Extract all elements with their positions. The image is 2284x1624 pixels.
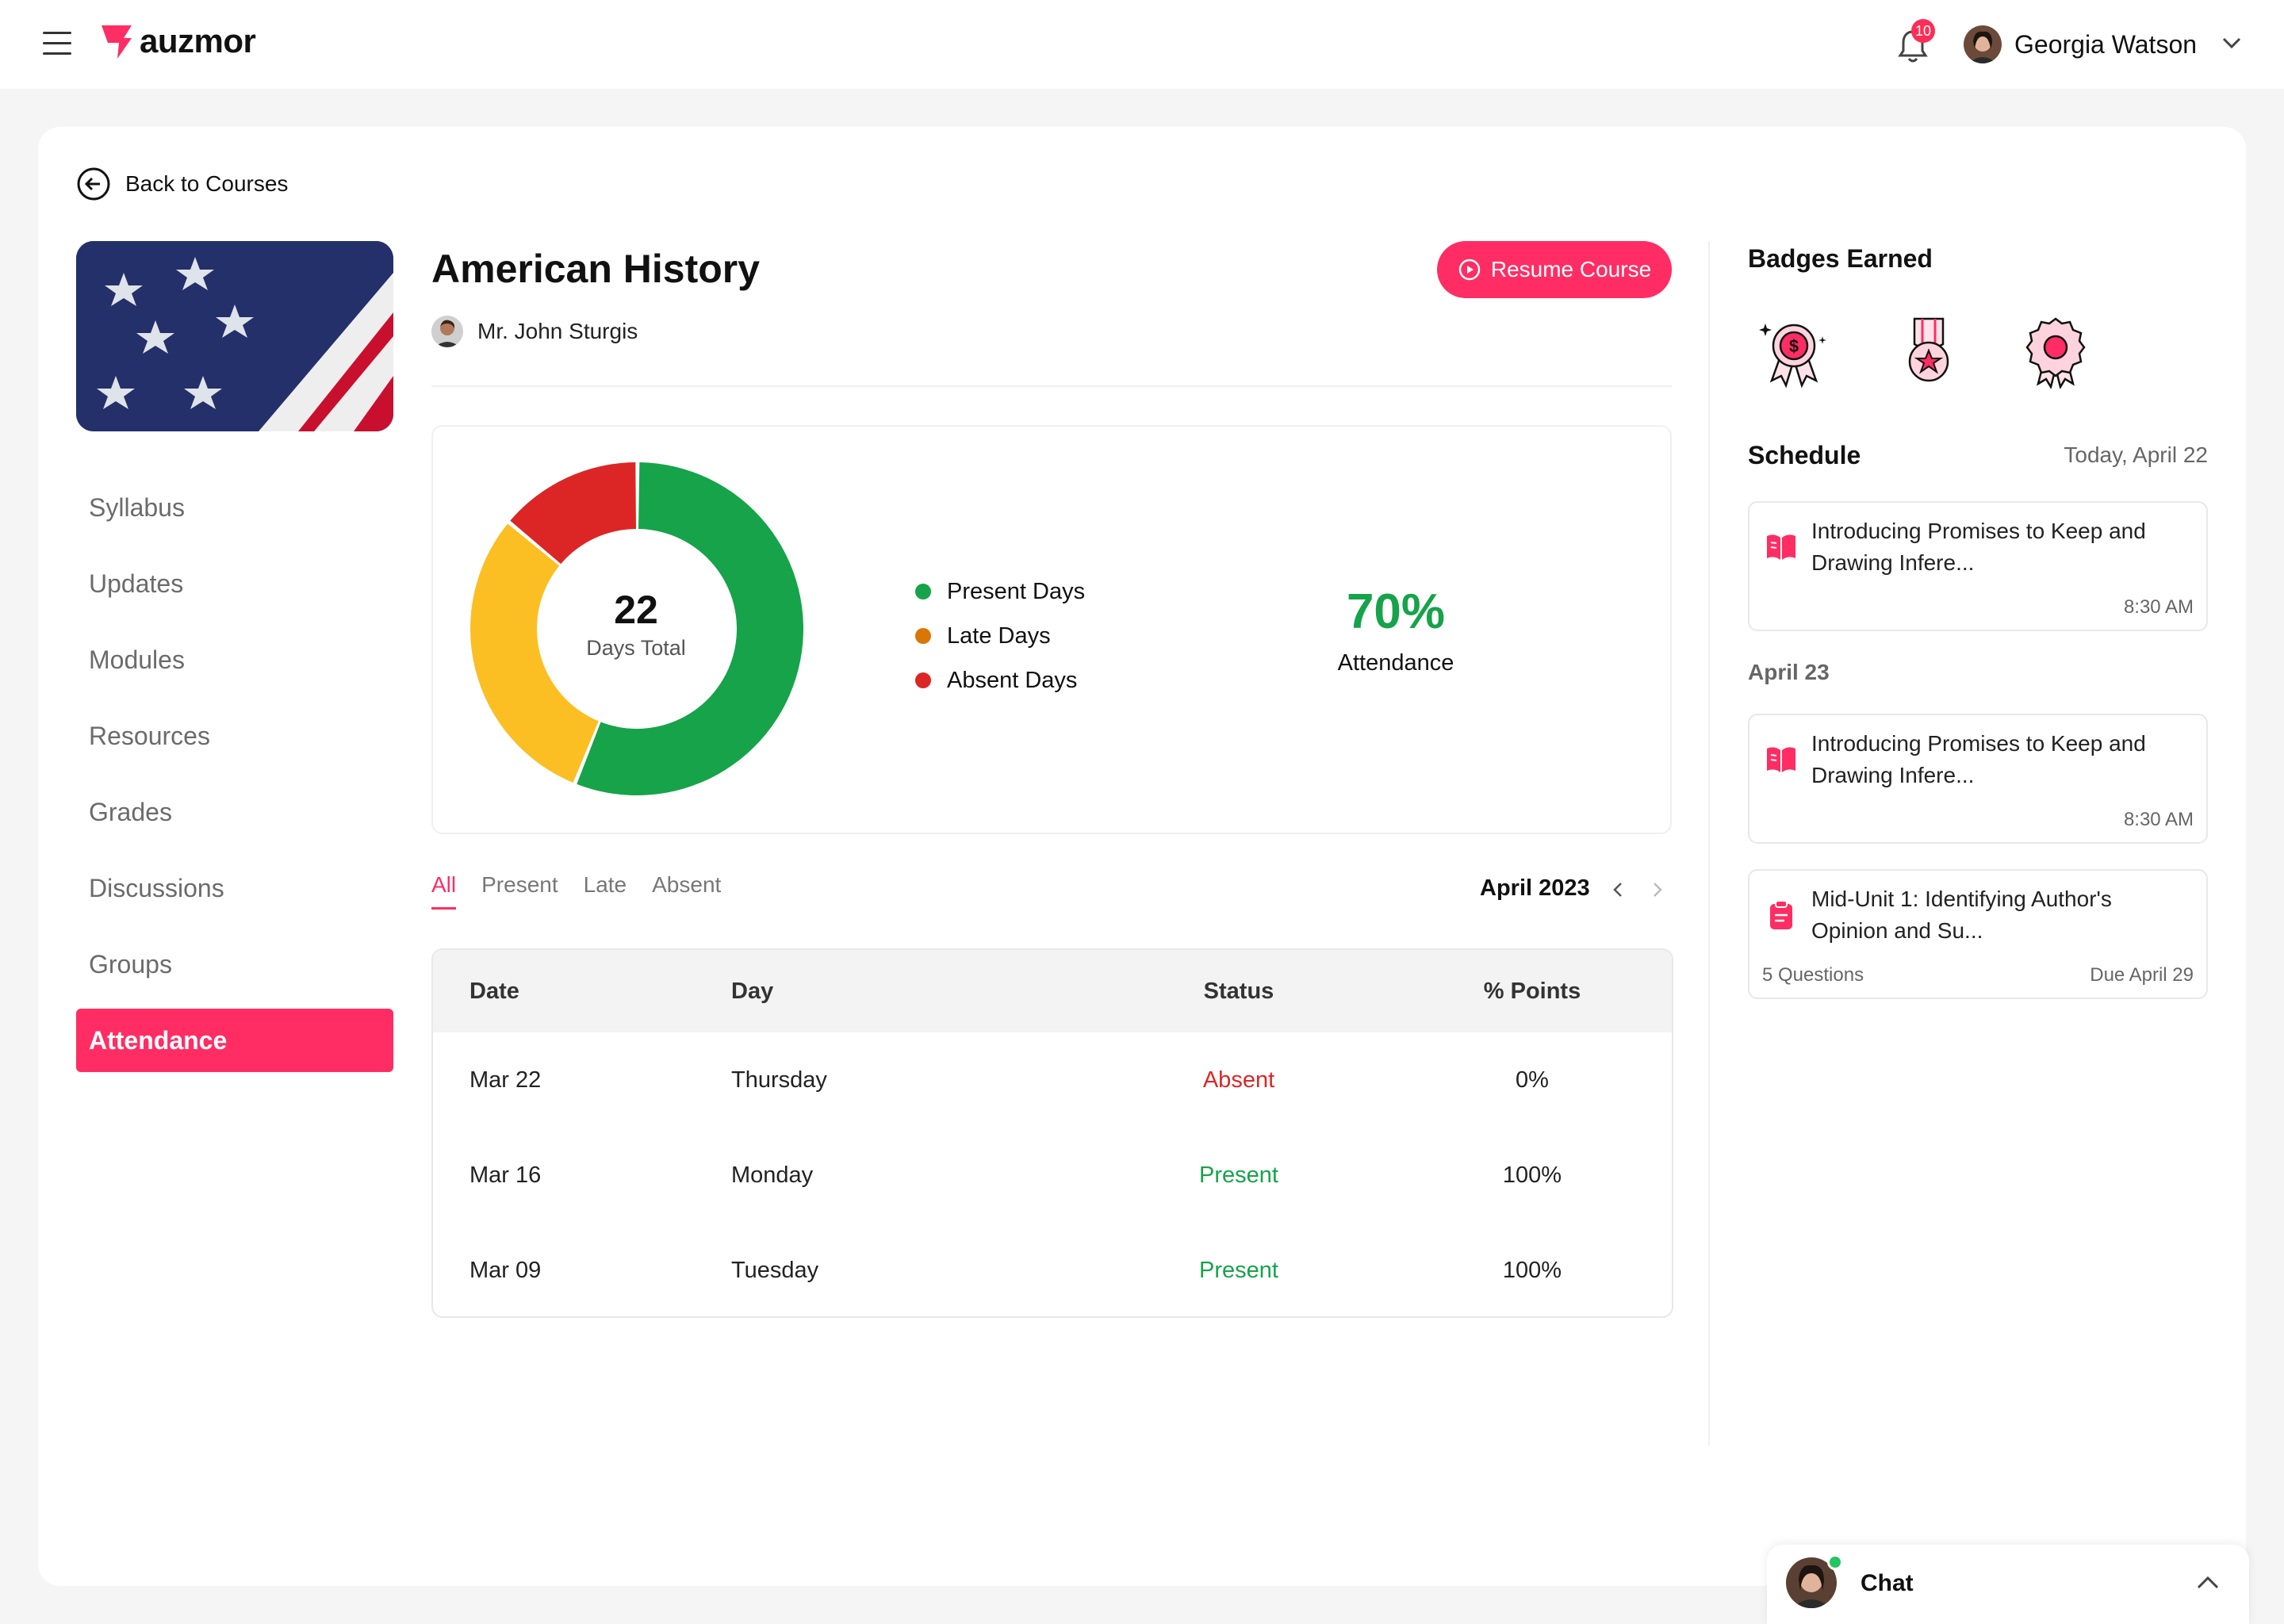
legend-label: Present Days bbox=[947, 578, 1086, 604]
schedule-item-due: Due April 29 bbox=[2090, 964, 2194, 986]
table-header: Date Day Status % Points bbox=[433, 950, 1672, 1032]
total-days-label: Days Total bbox=[586, 636, 686, 660]
schedule-title: Schedule bbox=[1748, 441, 1861, 469]
instructor: Mr. John Sturgis bbox=[431, 316, 638, 347]
schedule-item-title: Mid-Unit 1: Identifying Author's Opinion… bbox=[1811, 887, 2112, 943]
legend-dot-present bbox=[915, 584, 931, 599]
logo-text: auzmor bbox=[140, 22, 256, 59]
tab-absent[interactable]: Absent bbox=[652, 872, 721, 910]
tab-late[interactable]: Late bbox=[584, 872, 627, 910]
cell-day: Thursday bbox=[731, 1067, 827, 1093]
chevron-down-icon[interactable] bbox=[2221, 35, 2243, 51]
column-divider bbox=[1708, 241, 1710, 1446]
legend-dot-absent bbox=[915, 672, 931, 688]
nav-item-grades[interactable]: Grades bbox=[76, 780, 393, 844]
menu-icon[interactable] bbox=[43, 32, 71, 56]
chevron-left-icon[interactable] bbox=[1610, 879, 1626, 901]
schedule-item-title: Introducing Promises to Keep and Drawing… bbox=[1811, 519, 2146, 575]
legend-absent: Absent Days bbox=[915, 658, 1085, 703]
nav-item-updates[interactable]: Updates bbox=[76, 552, 393, 615]
book-icon bbox=[1767, 534, 1795, 560]
schedule-item-questions: 5 Questions bbox=[1762, 964, 1864, 986]
cell-date: Mar 22 bbox=[469, 1067, 542, 1093]
play-circle-icon bbox=[1458, 259, 1481, 281]
schedule-day-label: April 23 bbox=[1748, 660, 1830, 684]
schedule-item[interactable]: Mid-Unit 1: Identifying Author's Opinion… bbox=[1748, 869, 2208, 999]
chevron-up-icon[interactable] bbox=[2195, 1575, 2221, 1591]
cell-status: Absent bbox=[1202, 1067, 1275, 1093]
cell-points: 100% bbox=[1502, 1257, 1562, 1283]
schedule-item-time: 8:30 AM bbox=[2123, 809, 2194, 830]
user-name[interactable]: Georgia Watson bbox=[2014, 30, 2197, 59]
nav-item-syllabus[interactable]: Syllabus bbox=[76, 476, 393, 539]
chart-legend: Present Days Late Days Absent Days bbox=[915, 569, 1085, 703]
instructor-name: Mr. John Sturgis bbox=[477, 319, 638, 343]
resume-course-button[interactable]: Resume Course bbox=[1437, 241, 1672, 298]
logo-mark-icon bbox=[102, 25, 132, 59]
clipboard-icon bbox=[1770, 900, 1792, 929]
logo[interactable]: auzmor bbox=[100, 22, 256, 60]
cell-day: Monday bbox=[731, 1162, 814, 1188]
star-medal-icon[interactable] bbox=[1891, 312, 1967, 389]
total-days-value: 22 bbox=[614, 588, 658, 632]
legend-label: Absent Days bbox=[947, 667, 1078, 693]
cell-points: 0% bbox=[1516, 1067, 1549, 1093]
cell-day: Tuesday bbox=[731, 1257, 819, 1283]
svg-text:$: $ bbox=[1789, 336, 1799, 356]
badges-title: Badges Earned bbox=[1748, 244, 1933, 273]
table-row[interactable]: Mar 09 Tuesday Present 100% bbox=[433, 1223, 1672, 1316]
user-avatar[interactable] bbox=[1964, 25, 2002, 63]
schedule-item[interactable]: Introducing Promises to Keep and Drawing… bbox=[1748, 501, 2208, 631]
resume-course-label: Resume Course bbox=[1490, 257, 1652, 282]
rosette-icon[interactable] bbox=[2018, 312, 2094, 389]
course-thumbnail bbox=[76, 241, 393, 431]
back-label: Back to Courses bbox=[125, 171, 289, 196]
book-icon bbox=[1767, 747, 1795, 772]
cell-date: Mar 16 bbox=[469, 1162, 542, 1188]
legend-present: Present Days bbox=[915, 569, 1085, 614]
notification-count-badge: 10 bbox=[1911, 19, 1935, 43]
schedule-date: Today, April 22 bbox=[2064, 442, 2208, 467]
divider bbox=[431, 385, 1672, 387]
header-day[interactable]: Day bbox=[731, 979, 1064, 1005]
dollar-medal-icon[interactable]: $ bbox=[1756, 312, 1832, 389]
chat-widget[interactable]: Chat bbox=[1767, 1545, 2249, 1624]
schedule-item-title: Introducing Promises to Keep and Drawing… bbox=[1811, 731, 2146, 787]
nav-item-resources[interactable]: Resources bbox=[76, 704, 393, 768]
nav-item-attendance[interactable]: Attendance bbox=[76, 1009, 393, 1072]
attendance-percent: 70% bbox=[1346, 584, 1446, 639]
cell-points: 100% bbox=[1502, 1162, 1562, 1188]
tab-all[interactable]: All bbox=[431, 872, 457, 910]
course-side-nav: Syllabus Updates Modules Resources Grade… bbox=[76, 476, 393, 1085]
header-status[interactable]: Status bbox=[1064, 979, 1413, 1005]
back-to-courses-link[interactable]: Back to Courses bbox=[76, 167, 288, 201]
top-bar: auzmor 10 Georgia Watson bbox=[0, 0, 2284, 89]
filter-tabs: All Present Late Absent bbox=[431, 872, 746, 910]
chat-label: Chat bbox=[1861, 1570, 1914, 1596]
schedule-item[interactable]: Introducing Promises to Keep and Drawing… bbox=[1748, 714, 2208, 844]
schedule-item-time: 8:30 AM bbox=[2123, 596, 2194, 618]
attendance-label: Attendance bbox=[1337, 650, 1454, 676]
attendance-table: Date Day Status % Points Mar 22 Thursday… bbox=[431, 948, 1673, 1318]
header-points[interactable]: % Points bbox=[1413, 979, 1651, 1005]
tab-present[interactable]: Present bbox=[481, 872, 558, 910]
header-date[interactable]: Date bbox=[433, 979, 731, 1005]
cell-date: Mar 09 bbox=[469, 1257, 542, 1283]
table-row[interactable]: Mar 22 Thursday Absent 0% bbox=[433, 1032, 1672, 1128]
legend-late: Late Days bbox=[915, 614, 1085, 658]
nav-item-modules[interactable]: Modules bbox=[76, 628, 393, 691]
cell-status: Present bbox=[1199, 1257, 1278, 1283]
month-label: April 2023 bbox=[1480, 875, 1590, 901]
course-title: American History bbox=[431, 247, 761, 291]
nav-item-discussions[interactable]: Discussions bbox=[76, 856, 393, 920]
nav-item-groups[interactable]: Groups bbox=[76, 933, 393, 996]
online-status-dot bbox=[1827, 1554, 1843, 1570]
cell-status: Present bbox=[1199, 1162, 1278, 1188]
legend-label: Late Days bbox=[947, 622, 1051, 649]
arrow-left-circle-icon bbox=[77, 167, 110, 201]
legend-dot-late bbox=[915, 628, 931, 644]
chevron-right-icon[interactable] bbox=[1650, 879, 1665, 901]
instructor-avatar bbox=[431, 316, 463, 347]
table-row[interactable]: Mar 16 Monday Present 100% bbox=[433, 1128, 1672, 1223]
